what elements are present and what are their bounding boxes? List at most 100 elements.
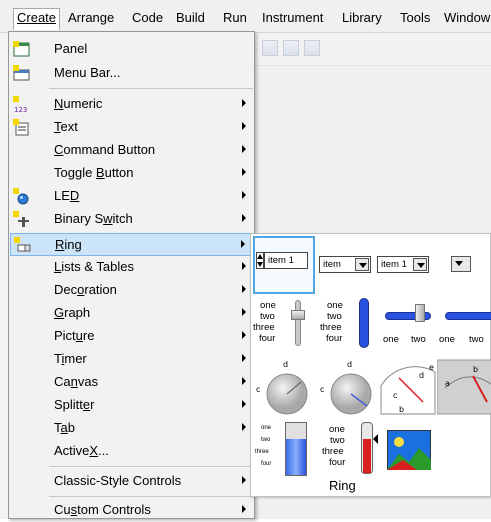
- binary-switch-icon: [13, 211, 29, 227]
- submenu-arrow-icon: [242, 168, 246, 176]
- submenu-arrow-icon: [242, 285, 246, 293]
- palette-item-enum[interactable]: item 1: [377, 256, 429, 273]
- slide-thumb: [415, 304, 425, 322]
- menu-item-decoration[interactable]: Decoration: [10, 279, 254, 302]
- fill-slide-bar: [359, 298, 369, 348]
- menu-create[interactable]: Create: [13, 8, 61, 30]
- menu-item-classic-style-controls[interactable]: Classic-Style Controls: [10, 470, 254, 493]
- ring-icon: [14, 237, 31, 252]
- menu-bar-icon: [13, 65, 30, 81]
- palette-item-system-ring[interactable]: [451, 256, 471, 272]
- submenu-arrow-icon: [242, 262, 246, 270]
- ring-palette: item 1 item item 1 one two three four on…: [250, 233, 491, 497]
- menubar: Create Arrange Code Build Run Instrument…: [0, 0, 491, 33]
- submenu-arrow-icon: [242, 377, 246, 385]
- toolbar-icon: [283, 40, 299, 56]
- palette-item-tank[interactable]: one two three four: [255, 422, 313, 478]
- palette-item-menu-ring[interactable]: item: [319, 256, 371, 273]
- submenu-arrow-icon: [242, 423, 246, 431]
- menu-item-led[interactable]: LED: [10, 185, 254, 208]
- svg-text:c: c: [320, 385, 324, 394]
- svg-text:a: a: [445, 379, 450, 388]
- menu-separator: [49, 496, 253, 497]
- svg-text:d: d: [419, 371, 424, 380]
- dropdown-arrow-icon: [355, 258, 369, 271]
- submenu-arrow-icon: [242, 99, 246, 107]
- menu-item-numeric[interactable]: 123 Numeric: [10, 93, 254, 116]
- palette-item-picture-ring[interactable]: [387, 430, 431, 470]
- menu-arrange[interactable]: Arrange: [64, 8, 118, 30]
- background-toolbar: [248, 33, 491, 66]
- palette-title: Ring: [329, 478, 356, 493]
- svg-text:123: 123: [14, 106, 27, 113]
- menu-item-menu-bar[interactable]: Menu Bar...: [10, 62, 254, 85]
- palette-item-horizontal-fill-slide[interactable]: one two: [437, 296, 491, 354]
- menu-item-lists-tables[interactable]: Lists & Tables: [10, 256, 254, 279]
- menu-library[interactable]: Library: [338, 8, 386, 30]
- submenu-arrow-icon: [242, 476, 246, 484]
- menu-item-command-button[interactable]: Command Button: [10, 139, 254, 162]
- submenu-arrow-icon: [242, 354, 246, 362]
- svg-text:c: c: [393, 391, 397, 400]
- dropdown-arrow-icon: [413, 258, 427, 271]
- pointer-icon: [373, 434, 378, 444]
- increment-decrement-icon: [256, 252, 264, 269]
- thermometer-fill: [363, 439, 371, 473]
- menu-item-splitter[interactable]: Splitter: [10, 394, 254, 417]
- palette-item-gauge[interactable]: b a: [437, 358, 491, 416]
- svg-text:c: c: [256, 385, 260, 394]
- menu-item-activex[interactable]: ActiveX...: [10, 440, 254, 463]
- menu-item-tab[interactable]: Tab: [10, 417, 254, 440]
- submenu-arrow-icon: [241, 240, 245, 248]
- palette-item-thermometer-ring[interactable]: one two three four: [321, 422, 381, 478]
- submenu-arrow-icon: [242, 122, 246, 130]
- svg-text:d: d: [283, 360, 288, 369]
- palette-item-knob[interactable]: d c: [317, 358, 379, 416]
- menu-code[interactable]: Code: [128, 8, 167, 30]
- palette-item-dial[interactable]: d c: [253, 358, 315, 416]
- tank-fill: [286, 439, 306, 475]
- submenu-arrow-icon: [242, 505, 246, 513]
- submenu-arrow-icon: [242, 145, 246, 153]
- toolbar-icon: [262, 40, 278, 56]
- panel-icon: [13, 41, 30, 57]
- led-icon: [13, 188, 29, 205]
- menu-instrument[interactable]: Instrument: [258, 8, 327, 30]
- menu-item-text[interactable]: Text: [10, 116, 254, 139]
- create-dropdown-menu: Panel Menu Bar... 123 Numeric Text Comma…: [8, 31, 255, 519]
- menu-separator: [49, 466, 253, 467]
- svg-text:e: e: [429, 363, 434, 372]
- text-ring-display: item 1: [264, 252, 308, 269]
- submenu-arrow-icon: [242, 331, 246, 339]
- palette-item-vertical-pointer-slide[interactable]: one two three four: [253, 296, 315, 354]
- palette-item-vertical-fill-slide[interactable]: one two three four: [317, 296, 379, 354]
- menu-tools[interactable]: Tools: [396, 8, 434, 30]
- palette-item-text-ring[interactable]: item 1: [253, 236, 315, 294]
- svg-text:d: d: [347, 360, 352, 369]
- horizontal-fill-bar: [445, 312, 491, 320]
- palette-item-meter[interactable]: d e c b: [379, 358, 437, 416]
- menu-window[interactable]: Window: [440, 8, 491, 30]
- svg-text:b: b: [473, 365, 478, 374]
- menu-build[interactable]: Build: [172, 8, 209, 30]
- menu-item-canvas[interactable]: Canvas: [10, 371, 254, 394]
- svg-text:b: b: [399, 405, 404, 414]
- slide-thumb: [291, 310, 305, 320]
- submenu-arrow-icon: [242, 214, 246, 222]
- palette-item-horizontal-pointer-slide[interactable]: one two: [381, 296, 435, 354]
- menu-separator: [49, 88, 253, 89]
- menu-run[interactable]: Run: [219, 8, 251, 30]
- numeric-icon: 123: [13, 96, 27, 113]
- menu-item-timer[interactable]: Timer: [10, 348, 254, 371]
- menu-item-picture[interactable]: Picture: [10, 325, 254, 348]
- text-icon: [13, 119, 29, 136]
- menu-item-panel[interactable]: Panel: [10, 38, 254, 61]
- menu-item-graph[interactable]: Graph: [10, 302, 254, 325]
- menu-item-toggle-button[interactable]: Toggle Button: [10, 162, 254, 185]
- slide-track: [295, 300, 301, 346]
- menu-item-binary-switch[interactable]: Binary Switch: [10, 208, 254, 231]
- menu-item-ring[interactable]: Ring: [10, 233, 254, 256]
- submenu-arrow-icon: [242, 308, 246, 316]
- submenu-arrow-icon: [242, 191, 246, 199]
- thermometer-body: [361, 422, 373, 474]
